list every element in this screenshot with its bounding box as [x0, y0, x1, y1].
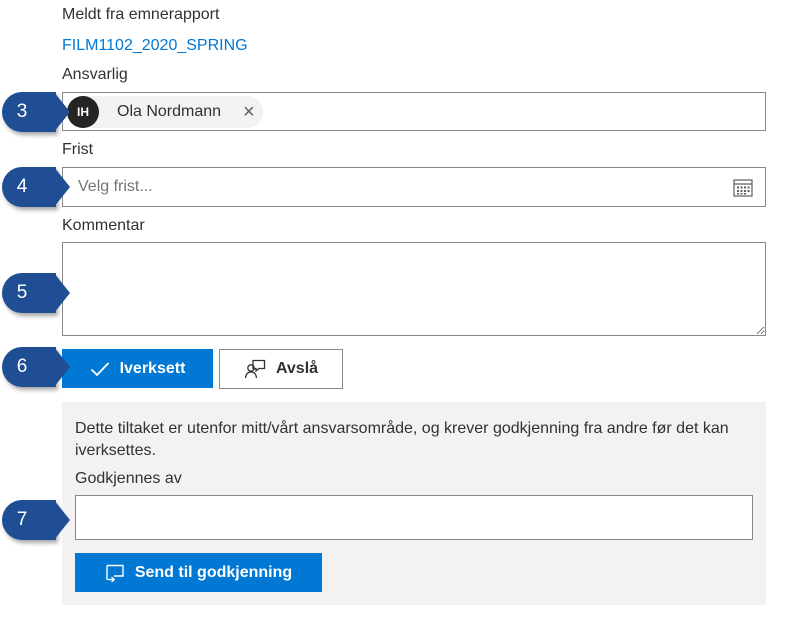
- person-feedback-icon: [244, 359, 266, 379]
- callout-badge-4: 4: [2, 167, 70, 207]
- callout-badge-5: 5: [2, 273, 70, 313]
- callout-badge-7: 7: [2, 500, 70, 540]
- close-icon[interactable]: ×: [243, 102, 255, 122]
- reject-button[interactable]: Avslå: [219, 349, 343, 389]
- send-for-approval-label: Send til godkjenning: [134, 563, 293, 581]
- comment-label: Kommentar: [62, 217, 145, 234]
- approver-label: Godkjennes av: [75, 470, 182, 487]
- send-for-approval-button[interactable]: Send til godkjenning: [75, 553, 322, 592]
- deadline-label: Frist: [62, 141, 94, 158]
- checkmark-icon: [90, 361, 110, 377]
- source-link[interactable]: FILM1102_2020_SPRING: [62, 37, 248, 55]
- calendar-icon[interactable]: [733, 178, 753, 202]
- persona-chip: IH Ola Nordmann ×: [67, 96, 263, 128]
- implement-button[interactable]: Iverksett: [62, 349, 213, 388]
- send-approval-icon: [105, 564, 125, 582]
- approver-input[interactable]: [75, 495, 753, 540]
- implement-button-label: Iverksett: [119, 359, 186, 377]
- deadline-input[interactable]: [63, 168, 718, 206]
- responsible-label: Ansvarlig: [62, 66, 128, 83]
- reject-button-label: Avslå: [275, 360, 319, 377]
- persona-name: Ola Nordmann: [117, 103, 222, 120]
- comment-textarea[interactable]: [62, 242, 766, 336]
- deadline-field[interactable]: [62, 167, 766, 207]
- approval-info-text: Dette tiltaket er utenfor mitt/vårt ansv…: [75, 420, 729, 459]
- source-label: Meldt fra emnerapport: [62, 6, 220, 23]
- approval-panel: Dette tiltaket er utenfor mitt/vårt ansv…: [62, 402, 766, 605]
- callout-badge-3: 3: [2, 92, 70, 132]
- callout-badge-6: 6: [2, 347, 70, 387]
- avatar: IH: [67, 96, 99, 128]
- responsible-picker[interactable]: IH Ola Nordmann ×: [62, 92, 766, 131]
